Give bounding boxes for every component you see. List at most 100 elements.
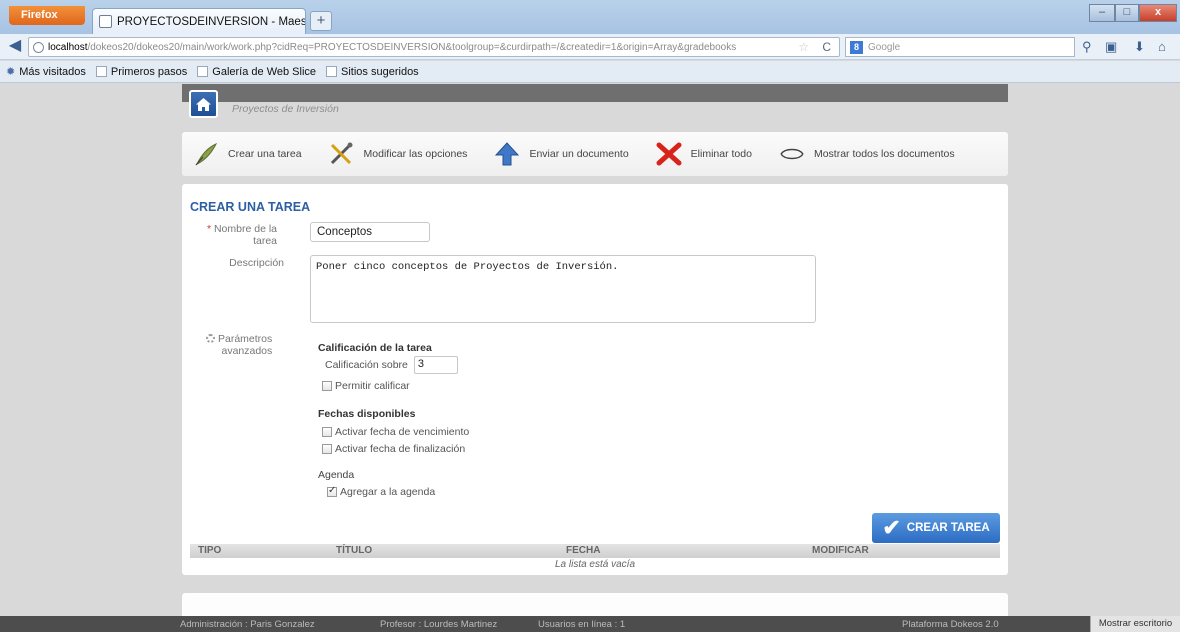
tools-icon xyxy=(328,141,356,167)
downloads-icon[interactable]: ⬇ xyxy=(1134,39,1145,55)
bookmarks-bar: ✹ Más visitados Primeros pasos Galería d… xyxy=(0,61,1180,83)
send-document-label: Enviar un documento xyxy=(529,148,629,160)
bookmark-page-icon xyxy=(95,66,107,77)
grading-section-title: Calificación de la tarea xyxy=(318,342,432,354)
end-date-label: Activar fecha de finalización xyxy=(335,443,466,455)
grade-over-label: Calificación sobre xyxy=(325,359,408,371)
empty-list-message: La lista está vacía xyxy=(554,559,636,570)
course-title[interactable]: Proyectos de Inversión xyxy=(232,103,339,115)
folder-open-icon xyxy=(778,141,806,167)
browser-navbar: ◀ localhost /dokeos20/dokeos20/main/work… xyxy=(0,34,1180,60)
bookmark-label: Galería de Web Slice xyxy=(212,65,317,78)
due-date-row[interactable]: Activar fecha de vencimiento xyxy=(322,426,469,438)
description-label: Descripción xyxy=(229,257,284,269)
settings-gear-icon xyxy=(206,334,215,343)
bookmark-label: Más visitados xyxy=(19,65,86,78)
home-icon[interactable] xyxy=(189,90,218,118)
task-name-input[interactable]: Conceptos xyxy=(310,222,430,242)
delete-all-label: Eliminar todo xyxy=(690,148,752,160)
create-task-submit-button[interactable]: ✔ CREAR TAREA xyxy=(872,513,1000,543)
checkmark-icon: ✔ xyxy=(882,515,901,540)
modify-options-action[interactable]: Modificar las opciones xyxy=(328,141,468,167)
add-to-agenda-row[interactable]: Agregar a la agenda xyxy=(327,485,436,498)
back-arrow-icon[interactable]: ◀ xyxy=(5,37,25,57)
end-date-checkbox[interactable] xyxy=(322,444,332,454)
add-to-agenda-label: Agregar a la agenda xyxy=(340,486,436,498)
bookmark-most-visited[interactable]: ✹ Más visitados xyxy=(6,65,86,79)
create-task-form: CREAR UNA TAREA * Nombre de la tarea Con… xyxy=(182,184,1008,575)
allow-grading-label: Permitir calificar xyxy=(335,380,410,392)
upload-arrow-icon xyxy=(493,141,521,167)
address-bar[interactable]: localhost /dokeos20/dokeos20/main/work/w… xyxy=(28,37,840,57)
course-header-bar xyxy=(182,84,1008,102)
new-tab-button[interactable]: + xyxy=(310,11,332,31)
show-all-documents-action[interactable]: Mostrar todos los documentos xyxy=(778,141,955,167)
column-title[interactable]: TÍTULO xyxy=(336,545,372,556)
description-textarea[interactable]: Poner cinco conceptos de Proyectos de In… xyxy=(310,255,816,323)
agenda-section-title: Agenda xyxy=(318,469,355,481)
modify-options-label: Modificar las opciones xyxy=(363,148,468,160)
footer-platform[interactable]: Plataforma Dokeos 2.0 xyxy=(902,619,999,630)
task-name-label-line1: Nombre de la xyxy=(213,223,277,235)
due-date-checkbox[interactable] xyxy=(322,427,332,437)
create-task-submit-label: CREAR TAREA xyxy=(906,522,990,534)
secondary-panel xyxy=(182,593,1008,616)
page-footer: Administración : Paris Gonzalez Profesor… xyxy=(0,616,1090,632)
search-magnifier-icon[interactable]: ⚲ xyxy=(1082,39,1092,55)
browser-titlebar: Firefox PROYECTOSDEINVERSION - Maestria … xyxy=(0,0,1180,34)
advanced-parameters-label: Parámetros avanzados xyxy=(218,333,272,357)
bookmark-label: Primeros pasos xyxy=(110,65,188,78)
delete-all-action[interactable]: Eliminar todo xyxy=(655,141,752,167)
search-bar[interactable]: 8 Google xyxy=(845,37,1075,57)
home-page-icon[interactable]: ⌂ xyxy=(1158,39,1166,54)
tab-title: PROYECTOSDEINVERSION - Maestria en ... xyxy=(117,15,306,28)
bookmark-page-icon xyxy=(326,66,338,77)
task-name-label-line2: tarea xyxy=(253,235,277,247)
show-all-documents-label: Mostrar todos los documentos xyxy=(813,148,955,160)
reload-icon[interactable]: C xyxy=(822,40,831,54)
form-title: CREAR UNA TAREA xyxy=(190,200,311,214)
advanced-label-line2: avanzados xyxy=(221,345,273,357)
bookmark-suggested-sites[interactable]: Sitios sugeridos xyxy=(326,66,419,78)
tool-actions-bar: Crear una tarea Modificar las opciones E… xyxy=(182,132,1008,176)
firefox-menu-button[interactable]: Firefox xyxy=(9,6,85,25)
bookmark-star-icon[interactable]: ☆ xyxy=(798,40,809,54)
bookmark-page-icon xyxy=(197,66,209,77)
search-engine-icon[interactable]: 8 xyxy=(850,40,863,54)
allow-grading-checkbox[interactable] xyxy=(322,381,332,391)
due-date-label: Activar fecha de vencimiento xyxy=(335,426,470,438)
close-window-button[interactable]: x xyxy=(1139,4,1177,22)
task-name-label: * Nombre de la tarea xyxy=(202,223,277,247)
footer-teacher[interactable]: Profesor : Lourdes Martinez xyxy=(380,619,497,630)
create-task-label: Crear una tarea xyxy=(228,148,302,160)
footer-admin[interactable]: Administración : Paris Gonzalez xyxy=(180,619,315,630)
column-date[interactable]: FECHA xyxy=(566,545,600,556)
page-content: Proyectos de Inversión Crear una tarea M… xyxy=(0,84,1180,616)
dates-section-title: Fechas disponibles xyxy=(318,408,416,420)
bookmark-first-steps[interactable]: Primeros pasos xyxy=(95,65,188,78)
minimize-window-button[interactable]: – xyxy=(1089,4,1115,22)
site-identity-icon[interactable] xyxy=(33,41,44,53)
advanced-parameters-toggle[interactable]: Parámetros avanzados xyxy=(206,333,272,357)
allow-grading-row[interactable]: Permitir calificar xyxy=(322,380,410,392)
send-document-action[interactable]: Enviar un documento xyxy=(493,141,629,167)
grade-over-input[interactable]: 3 xyxy=(413,356,458,374)
bookmark-label: Sitios sugeridos xyxy=(341,65,419,78)
browser-tab[interactable]: PROYECTOSDEINVERSION - Maestria en ... xyxy=(92,8,306,34)
quill-pen-icon xyxy=(192,141,220,167)
page-favicon-icon xyxy=(99,15,112,28)
column-type[interactable]: TIPO xyxy=(198,545,221,556)
footer-users-online[interactable]: Usuarios en línea : 1 xyxy=(538,619,625,630)
end-date-row[interactable]: Activar fecha de finalización xyxy=(322,443,465,455)
tasks-table-header: TIPO TÍTULO FECHA MODIFICAR xyxy=(190,544,1000,558)
create-task-action[interactable]: Crear una tarea xyxy=(192,141,302,167)
toolbar-menu-icon[interactable]: ▣ xyxy=(1105,39,1117,55)
column-modify: MODIFICAR xyxy=(812,545,869,556)
required-mark: * xyxy=(206,223,212,235)
bookmark-star-icon: ✹ xyxy=(6,66,16,78)
add-to-agenda-checkbox[interactable] xyxy=(327,485,337,497)
maximize-window-button[interactable]: □ xyxy=(1115,4,1139,22)
bookmark-web-slice[interactable]: Galería de Web Slice xyxy=(197,66,316,78)
advanced-label-line1: Parámetros xyxy=(218,333,273,345)
show-desktop-button[interactable]: Mostrar escritorio xyxy=(1090,616,1180,632)
